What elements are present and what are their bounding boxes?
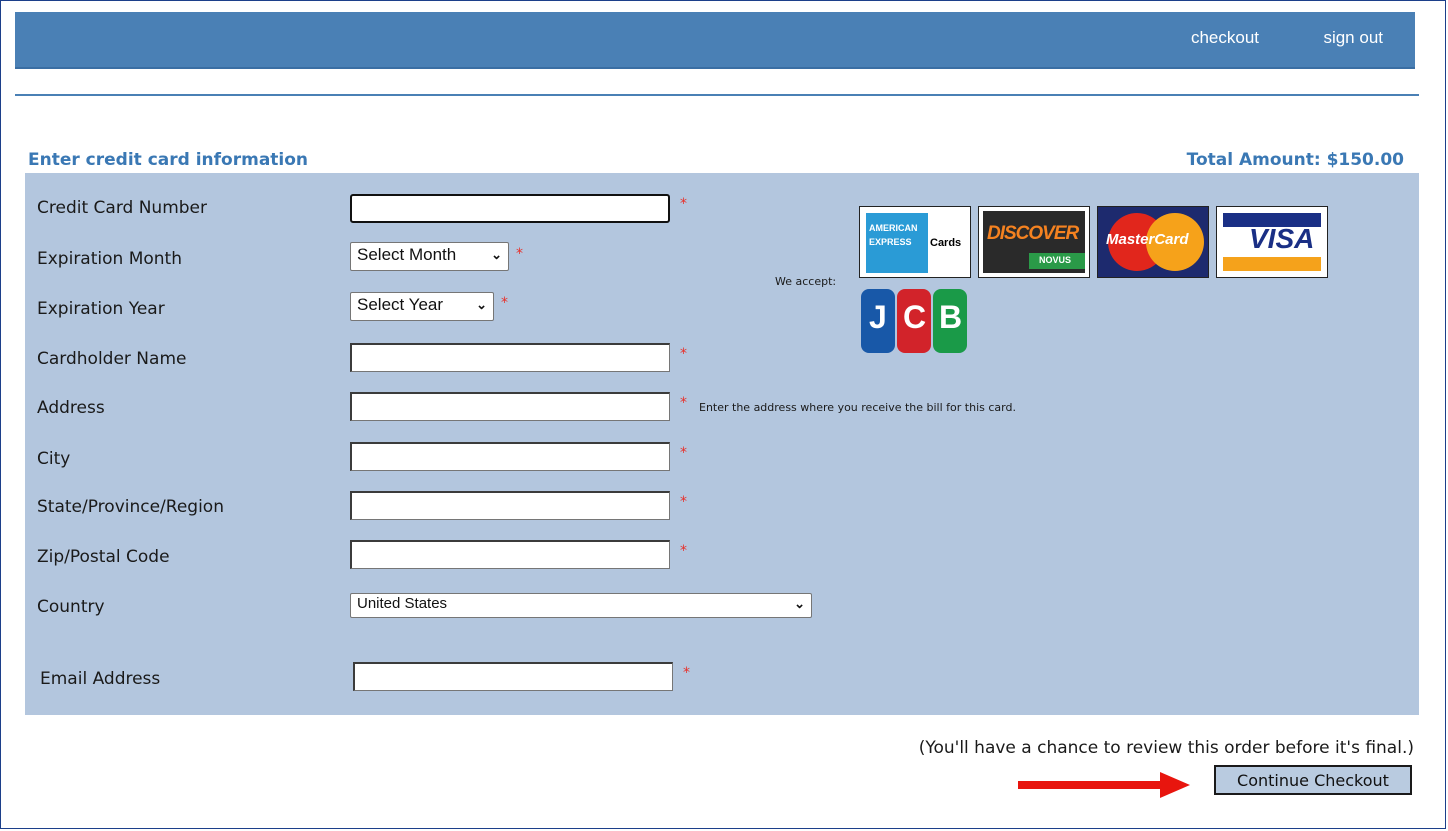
address-label: Address (37, 398, 105, 418)
required-mark: * (680, 543, 687, 559)
required-mark: * (680, 196, 687, 212)
total-amount: Total Amount: $150.00 (1186, 150, 1404, 170)
discover-logo: DISCOVER NOVUS (978, 206, 1090, 278)
credit-card-form: Credit Card Number * Expiration Month Se… (25, 173, 1419, 715)
top-nav-bar: checkout sign out (15, 12, 1415, 69)
amex-logo: AMERICAN EXPRESS Cards (859, 206, 971, 278)
amex-text-2: EXPRESS (869, 237, 912, 247)
mastercard-text: MasterCard (1106, 231, 1189, 248)
section-title: Enter credit card information (28, 150, 309, 170)
jcb-letter-b: B (939, 299, 963, 335)
expiration-month-label: Expiration Month (37, 249, 182, 269)
zip-label: Zip/Postal Code (37, 547, 170, 567)
jcb-logo: J C B (859, 285, 971, 357)
novus-text: NOVUS (1039, 255, 1072, 265)
required-mark: * (680, 346, 687, 362)
card-number-input[interactable] (350, 194, 670, 223)
required-mark: * (680, 494, 687, 510)
state-input[interactable] (350, 491, 670, 520)
state-label: State/Province/Region (37, 497, 224, 517)
cardholder-name-input[interactable] (350, 343, 670, 372)
mastercard-logo: MasterCard (1097, 206, 1209, 278)
address-hint: Enter the address where you receive the … (699, 401, 1016, 414)
discover-text: DISCOVER (987, 223, 1079, 244)
required-mark: * (683, 665, 690, 681)
country-value: United States (357, 595, 448, 612)
required-mark: * (680, 445, 687, 461)
review-note: (You'll have a chance to review this ord… (918, 738, 1414, 758)
email-input[interactable] (353, 662, 673, 691)
jcb-letter-c: C (903, 299, 927, 335)
chevron-down-icon: ⌄ (491, 247, 502, 262)
expiration-year-select[interactable]: Select Year ⌄ (350, 292, 494, 321)
country-select[interactable]: United States ⌄ (350, 593, 812, 618)
required-mark: * (680, 395, 687, 411)
expiration-month-select[interactable]: Select Month ⌄ (350, 242, 509, 271)
continue-checkout-button[interactable]: Continue Checkout (1214, 765, 1412, 795)
chevron-down-icon: ⌄ (794, 596, 805, 611)
expiration-year-label: Expiration Year (37, 299, 165, 319)
cardholder-name-label: Cardholder Name (37, 349, 187, 369)
divider (15, 94, 1419, 96)
city-input[interactable] (350, 442, 670, 471)
visa-bottom-band (1223, 257, 1321, 271)
required-mark: * (501, 295, 508, 311)
checkout-link[interactable]: checkout (1191, 28, 1259, 48)
city-label: City (37, 449, 71, 469)
expiration-year-value: Select Year (357, 295, 444, 314)
visa-logo: VISA (1216, 206, 1328, 278)
we-accept-label: We accept: (775, 275, 837, 288)
sign-out-link[interactable]: sign out (1323, 28, 1383, 48)
jcb-letter-j: J (869, 299, 887, 335)
expiration-month-value: Select Month (357, 245, 457, 264)
amex-text-1: AMERICAN (869, 223, 918, 233)
arrow-right-icon (1018, 772, 1190, 798)
card-number-label: Credit Card Number (37, 198, 207, 218)
required-mark: * (516, 246, 523, 262)
amex-text-3: Cards (930, 237, 962, 249)
visa-text: VISA (1249, 223, 1315, 254)
address-input[interactable] (350, 392, 670, 421)
chevron-down-icon: ⌄ (476, 297, 487, 312)
country-label: Country (37, 597, 105, 617)
zip-input[interactable] (350, 540, 670, 569)
email-label: Email Address (40, 669, 161, 689)
